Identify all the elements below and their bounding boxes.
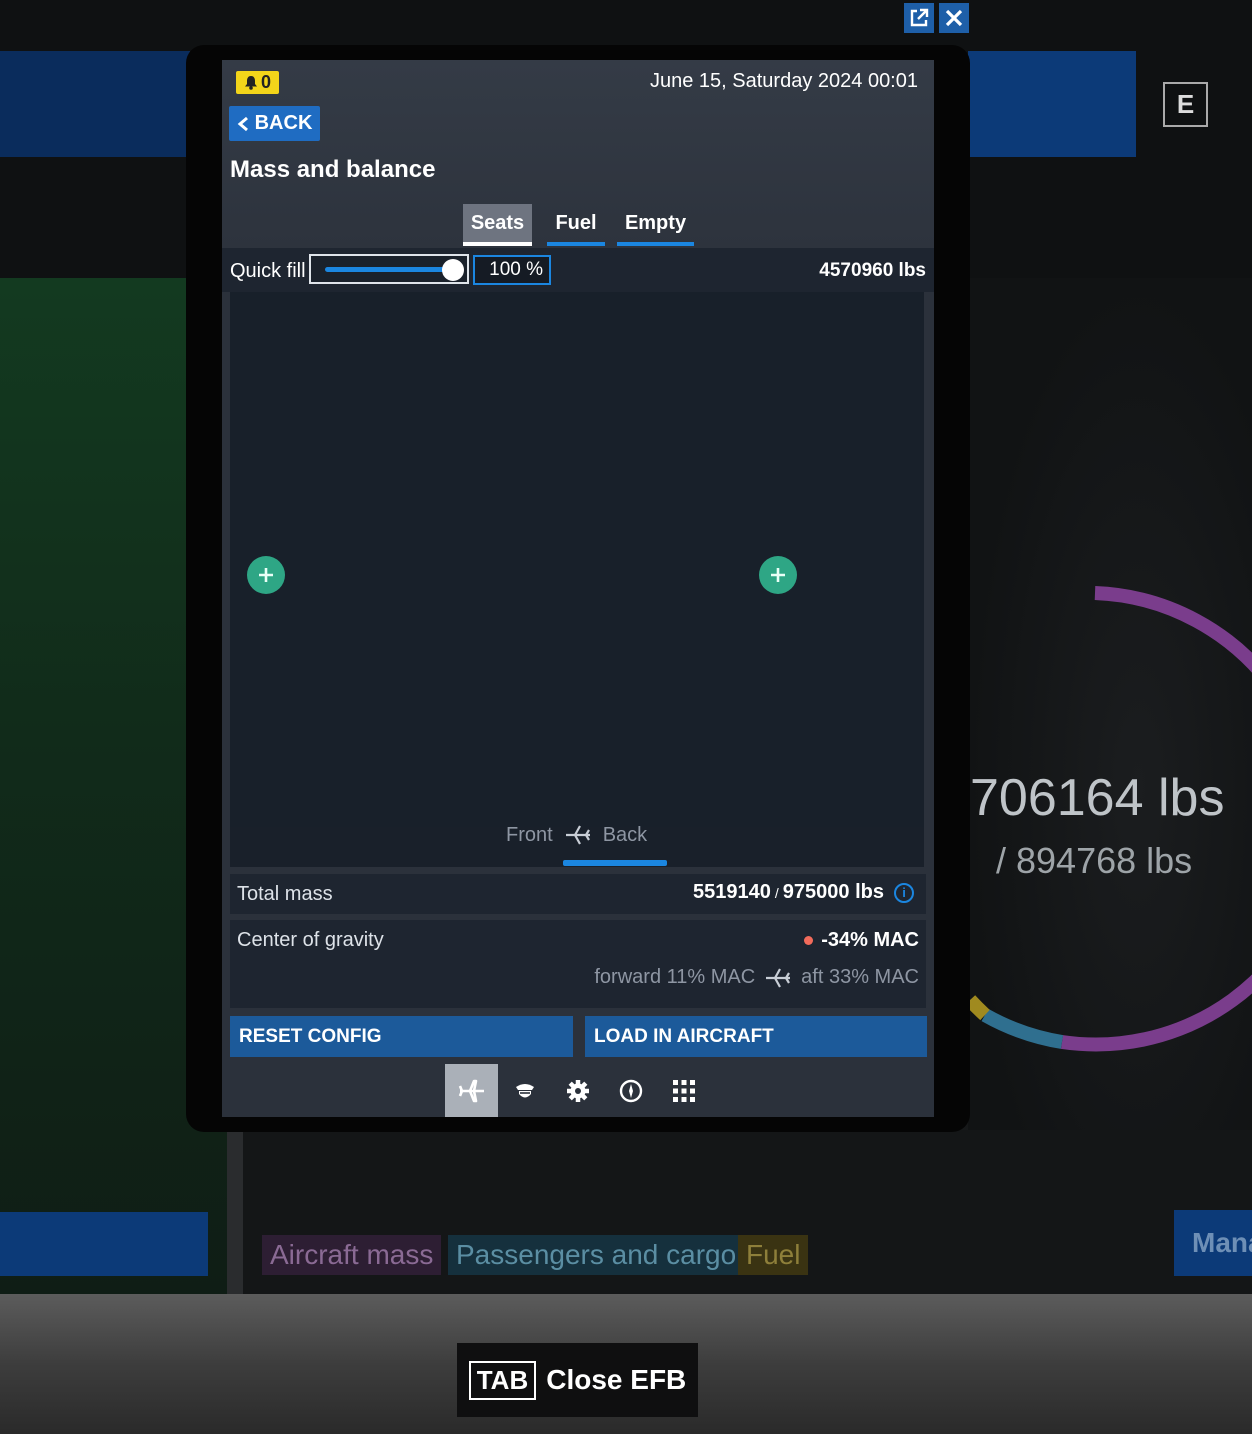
popout-icon	[910, 8, 929, 27]
total-mass-row: Total mass 5519140 / 975000 lbs i	[230, 874, 926, 914]
nav-apps[interactable]	[657, 1064, 710, 1117]
tab-fuel[interactable]: Fuel	[547, 204, 605, 246]
back-button-label: BACK	[254, 112, 313, 134]
back-label: Back	[602, 823, 648, 846]
close-button[interactable]	[939, 3, 969, 33]
close-icon	[945, 9, 963, 27]
quick-fill-weight: 4570960 lbs	[819, 260, 926, 281]
airplane-icon	[458, 1079, 484, 1102]
total-mass-max: 975000 lbs	[782, 881, 884, 903]
add-seat-button-left[interactable]	[247, 556, 285, 594]
nav-aircraft[interactable]	[445, 1064, 498, 1117]
mass-max-value: / 894768 lbs	[996, 840, 1193, 881]
orientation-indicator: Front Back	[506, 820, 686, 850]
reset-config-button[interactable]: RESET CONFIG	[230, 1016, 573, 1057]
efb-screen: 0 June 15, Saturday 2024 00:01 BACK Mass…	[222, 60, 934, 1117]
pilot-icon	[515, 1083, 534, 1097]
seat-map[interactable]: Front Back	[230, 292, 924, 867]
manage-button[interactable]: Mana	[1174, 1210, 1252, 1276]
legend-passengers-cargo: Passengers and cargo	[448, 1235, 745, 1275]
cg-warning-dot	[804, 936, 814, 945]
total-mass-label: Total mass	[237, 883, 333, 905]
total-mass-separator: /	[774, 884, 779, 901]
bottom-nav	[222, 1064, 934, 1117]
scene-header-bar	[968, 51, 1136, 157]
tab-key: TAB	[468, 1360, 537, 1400]
cg-label: Center of gravity	[237, 929, 384, 951]
donut-segment-aircraft-mass	[1060, 974, 1252, 1052]
back-button[interactable]: BACK	[229, 106, 320, 141]
info-icon[interactable]: i	[894, 882, 914, 903]
close-efb-label: Close EFB	[546, 1364, 687, 1395]
donut-segment-aircraft-mass	[1094, 586, 1252, 673]
cg-value-text: -34% MAC	[821, 929, 919, 951]
seat-map-scrollbar[interactable]	[563, 860, 667, 866]
bell-icon	[244, 76, 257, 90]
cg-forward-limit: forward 11% MAC	[594, 966, 756, 988]
center-of-gravity-row: Center of gravity -34% MAC forward 11% M…	[230, 920, 926, 1008]
airplane-direction-icon	[766, 967, 791, 988]
key-hint-e: E	[1163, 82, 1208, 127]
plus-icon	[771, 568, 785, 582]
nav-compass[interactable]	[604, 1064, 657, 1117]
tab-empty[interactable]: Empty	[617, 204, 694, 246]
page-title: Mass and balance	[230, 156, 436, 183]
nav-settings[interactable]	[551, 1064, 604, 1117]
cg-limits: forward 11% MAC aft 33% MAC	[594, 966, 919, 989]
cg-aft-limit: aft 33% MAC	[801, 966, 919, 988]
nav-pilot[interactable]	[498, 1064, 551, 1117]
quick-fill-label: Quick fill	[230, 260, 306, 282]
slider-track	[325, 267, 453, 272]
scene-left-button	[0, 1212, 208, 1276]
load-in-aircraft-button[interactable]: LOAD IN AIRCRAFT	[585, 1016, 927, 1057]
legend-fuel: Fuel	[738, 1235, 809, 1275]
cg-value: -34% MAC	[804, 929, 919, 952]
mass-current-value: 706164 lbs	[970, 769, 1225, 827]
chevron-left-icon	[237, 116, 248, 131]
plus-icon	[259, 568, 273, 582]
scene-header-bar	[0, 51, 190, 157]
front-label: Front	[506, 823, 553, 846]
scene-divider	[227, 1130, 243, 1294]
popout-button[interactable]	[904, 3, 934, 33]
datetime: June 15, Saturday 2024 00:01	[650, 70, 918, 92]
add-seat-button-right[interactable]	[759, 556, 797, 594]
notification-badge[interactable]: 0	[236, 71, 279, 94]
donut-segment-fuel	[964, 995, 990, 1021]
donut-segment-passengers-cargo	[981, 1008, 1064, 1049]
tab-seats[interactable]: Seats	[463, 204, 532, 246]
compass-icon	[619, 1079, 642, 1102]
close-efb-hint[interactable]: TAB Close EFB	[457, 1343, 698, 1417]
quick-fill-slider[interactable]	[309, 254, 469, 284]
legend-aircraft-mass: Aircraft mass	[262, 1235, 442, 1275]
quick-fill-percent-input[interactable]: 100 %	[473, 255, 551, 285]
gear-icon	[566, 1079, 589, 1102]
airplane-direction-icon	[565, 825, 590, 845]
total-mass-value: 5519140 / 975000 lbs i	[693, 881, 914, 904]
apps-grid-icon	[672, 1079, 695, 1102]
seat-map-canvas	[230, 292, 924, 827]
slider-handle[interactable]	[442, 259, 464, 281]
notification-count: 0	[260, 72, 271, 92]
quick-fill-row: Quick fill 100 % 4570960 lbs	[222, 248, 934, 292]
total-mass-current: 5519140	[693, 881, 771, 903]
